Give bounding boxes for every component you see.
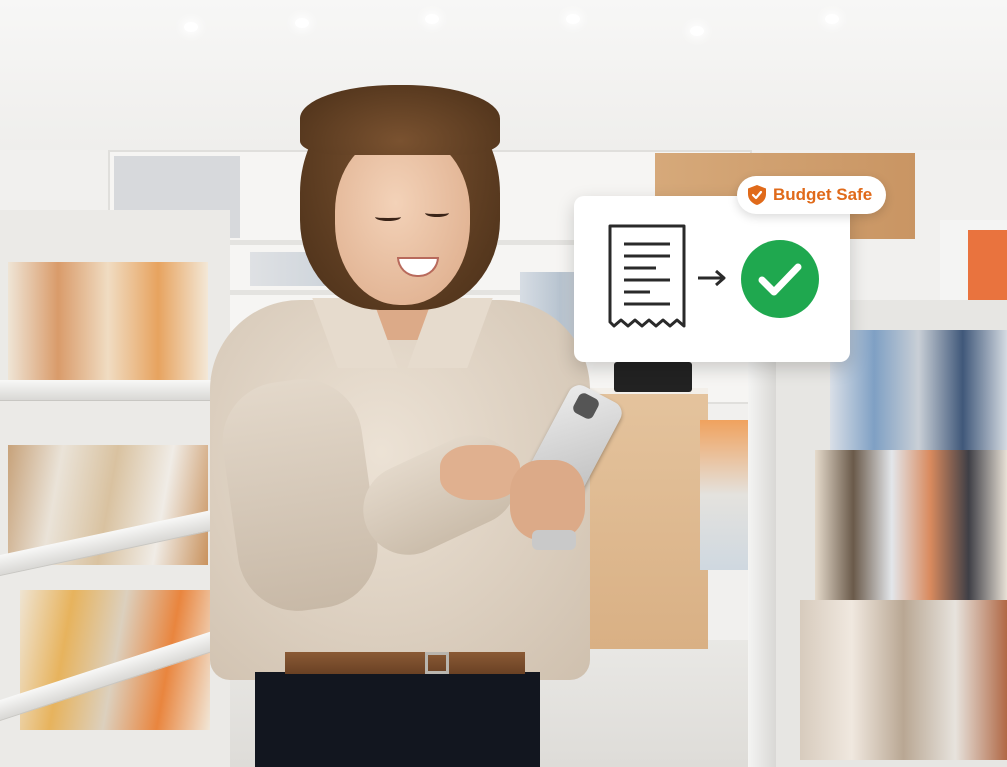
wristwatch bbox=[532, 530, 576, 550]
snack-packages bbox=[8, 262, 208, 382]
cash-register bbox=[614, 362, 692, 392]
budget-safe-badge: Budget Safe bbox=[737, 176, 887, 214]
ceiling-light bbox=[184, 22, 198, 32]
pegboard-items bbox=[830, 330, 1007, 450]
ceiling-light bbox=[425, 14, 439, 24]
badge-label: Budget Safe bbox=[773, 185, 873, 204]
woman-hair-top bbox=[300, 85, 500, 155]
ceiling-light bbox=[825, 14, 839, 24]
woman-hand bbox=[510, 460, 585, 540]
woman-belt bbox=[285, 652, 525, 674]
belt-buckle bbox=[425, 652, 449, 674]
receipt-verified-card bbox=[574, 196, 850, 362]
arrow-right-icon bbox=[698, 269, 726, 287]
pegboard-items bbox=[800, 600, 1007, 760]
eye bbox=[375, 213, 401, 221]
eye bbox=[425, 209, 449, 217]
wall-sign bbox=[968, 230, 1007, 305]
woman-hand bbox=[440, 445, 520, 500]
ceiling-light bbox=[566, 14, 580, 24]
shelf-post bbox=[748, 320, 776, 767]
left-shelf-edge bbox=[0, 380, 215, 401]
receipt-icon bbox=[608, 224, 686, 328]
pegboard-items bbox=[815, 450, 1007, 600]
woman-pants bbox=[255, 672, 540, 767]
ceiling-light bbox=[295, 18, 309, 28]
ceiling-light bbox=[690, 26, 704, 36]
checkmark-circle-icon bbox=[741, 240, 819, 318]
store-photo-scene: Budget Safe bbox=[0, 0, 1007, 767]
ceiling bbox=[0, 0, 1007, 150]
shelf-products bbox=[700, 420, 748, 570]
smile bbox=[397, 257, 439, 277]
shield-icon bbox=[748, 185, 766, 205]
woman-face bbox=[335, 135, 470, 305]
